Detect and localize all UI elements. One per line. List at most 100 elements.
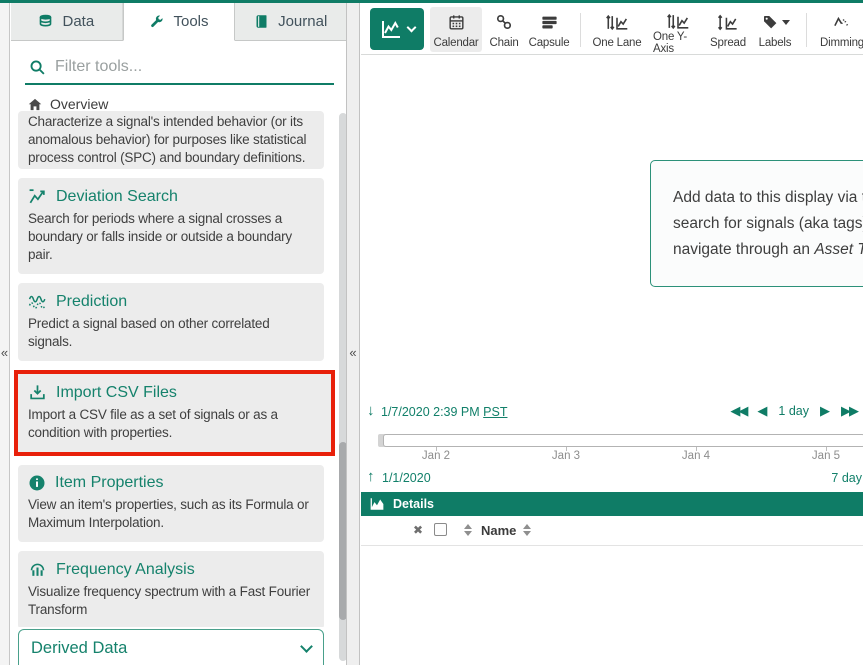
tool-item-prediction[interactable]: Prediction Predict a signal based on oth… bbox=[18, 283, 324, 361]
tool-item-import-csv-files[interactable]: Import CSV Files Import a CSV file as a … bbox=[18, 374, 331, 452]
tab-journal[interactable]: Journal bbox=[235, 3, 346, 40]
tool-title: Import CSV Files bbox=[56, 384, 177, 402]
details-panel-header[interactable]: Details bbox=[361, 492, 863, 516]
details-chart-icon bbox=[369, 497, 385, 511]
spread-button[interactable]: Spread bbox=[705, 7, 751, 52]
calendar-label: Calendar bbox=[433, 37, 478, 49]
step-back-button[interactable]: ◀ bbox=[757, 403, 767, 419]
one-lane-button[interactable]: One Lane bbox=[588, 7, 646, 52]
display-range-end[interactable]: 1/7/2020 2:39 PM PST bbox=[381, 405, 507, 419]
timezone-link[interactable]: PST bbox=[483, 405, 507, 419]
axis-tick-label: Jan 5 bbox=[812, 450, 840, 462]
derived-data-section[interactable]: Derived Data View data created by tools … bbox=[18, 629, 324, 665]
one-y-axis-icon bbox=[666, 12, 690, 31]
one-y-axis-button[interactable]: One Y-Axis bbox=[649, 7, 707, 52]
display-range-end-row: ↓ 1/7/2020 2:39 PM PST ◀◀ ◀ 1 day ▶ ▶▶ bbox=[361, 399, 863, 427]
tool-title: Frequency Analysis bbox=[56, 561, 195, 579]
caret-down-icon bbox=[782, 20, 790, 25]
collapse-left-icon[interactable]: « bbox=[0, 345, 9, 360]
axis-tick-label: Jan 3 bbox=[552, 450, 580, 462]
trend-display-panel: Calendar Chain Capsule bbox=[361, 3, 863, 665]
tool-description: Search for periods where a signal crosse… bbox=[28, 210, 314, 264]
database-icon bbox=[38, 14, 53, 29]
book-icon bbox=[254, 14, 269, 29]
filter-tools-search bbox=[25, 54, 334, 85]
tool-item-deviation-search[interactable]: Deviation Search Search for periods wher… bbox=[18, 178, 324, 274]
labels-button[interactable]: Labels bbox=[753, 7, 797, 52]
tab-journal-label: Journal bbox=[278, 13, 327, 30]
display-range-start-row: ↑ 1/1/2020 7 day bbox=[361, 468, 863, 490]
tool-item-boundaries-partial[interactable]: Characterize a signal's intended behavio… bbox=[18, 111, 324, 169]
sort-icon[interactable] bbox=[464, 524, 472, 536]
sort-icon[interactable] bbox=[523, 524, 531, 536]
tools-panel: Data Tools Journal bbox=[11, 3, 346, 665]
view-mode-dropdown[interactable] bbox=[370, 8, 424, 50]
calendar-icon bbox=[447, 12, 466, 32]
asset-tree-italic: Asset Tr bbox=[814, 241, 863, 258]
labels-label: Labels bbox=[759, 37, 792, 49]
left-collapse-gutter[interactable]: « bbox=[0, 3, 10, 665]
tool-item-frequency-analysis[interactable]: Frequency Analysis Visualize frequency s… bbox=[18, 551, 324, 627]
chevron-down-icon[interactable] bbox=[300, 640, 313, 653]
filter-tools-input[interactable] bbox=[55, 58, 305, 76]
dimming-icon bbox=[832, 12, 852, 32]
top-accent-strip bbox=[0, 0, 863, 3]
chevron-down-icon bbox=[407, 23, 417, 33]
step-forward-button[interactable]: ▶ bbox=[820, 403, 830, 419]
capsule-time-icon bbox=[540, 12, 559, 32]
panel-tabbar: Data Tools Journal bbox=[11, 3, 346, 41]
time-range-slider-track[interactable] bbox=[378, 434, 863, 447]
import-csv-icon bbox=[28, 383, 47, 402]
import-csv-highlight-annotation: Import CSV Files Import a CSV file as a … bbox=[14, 370, 335, 456]
details-title: Details bbox=[393, 497, 434, 511]
trend-chart-icon bbox=[379, 17, 403, 41]
panel-collapse-gutter[interactable]: « bbox=[346, 3, 360, 665]
dimming-button[interactable]: Dimming bbox=[813, 7, 863, 52]
tool-description: Predict a signal based on other correlat… bbox=[28, 315, 314, 351]
time-range-slider-thumb[interactable] bbox=[383, 434, 863, 447]
tool-list-scrollbar-thumb[interactable] bbox=[339, 442, 346, 620]
one-lane-label: One Lane bbox=[593, 37, 642, 49]
message-line: navigate through an Asset Tr bbox=[673, 237, 863, 263]
spread-icon bbox=[717, 12, 739, 32]
capsule-button[interactable]: Capsule bbox=[524, 7, 574, 52]
capsule-label: Capsule bbox=[529, 37, 570, 49]
step-back-full-button[interactable]: ◀◀ bbox=[730, 403, 746, 419]
derived-data-title: Derived Data bbox=[31, 639, 127, 658]
calendar-button[interactable]: Calendar bbox=[430, 7, 482, 52]
toolbar-separator bbox=[806, 13, 807, 47]
tool-description: Visualize frequency spectrum with a Fast… bbox=[28, 583, 314, 619]
select-all-checkbox[interactable] bbox=[434, 523, 447, 536]
name-column-header[interactable]: Name bbox=[481, 523, 516, 538]
down-arrow-icon: ↓ bbox=[367, 402, 375, 419]
tab-tools-label: Tools bbox=[173, 13, 208, 30]
step-size-label[interactable]: 1 day bbox=[778, 404, 809, 418]
tool-title: Item Properties bbox=[55, 474, 163, 492]
one-y-axis-label: One Y-Axis bbox=[653, 31, 703, 55]
tool-title: Prediction bbox=[56, 293, 127, 311]
axis-tick-label: Jan 2 bbox=[422, 450, 450, 462]
tab-data-label: Data bbox=[62, 13, 94, 30]
chain-label: Chain bbox=[489, 37, 518, 49]
step-forward-full-button[interactable]: ▶▶ bbox=[841, 403, 857, 419]
chain-button[interactable]: Chain bbox=[485, 7, 523, 52]
tool-title: Deviation Search bbox=[56, 188, 178, 206]
display-range-duration[interactable]: 7 day bbox=[831, 471, 862, 485]
collapse-panel-icon[interactable]: « bbox=[347, 345, 359, 360]
chain-icon bbox=[495, 12, 513, 32]
toolbar-separator bbox=[580, 13, 581, 47]
wrench-icon bbox=[149, 14, 164, 29]
labels-tag-icon bbox=[761, 12, 790, 32]
add-data-message-box: Add data to this display via t search fo… bbox=[650, 160, 863, 287]
remove-all-icon[interactable]: ✖ bbox=[413, 523, 423, 537]
tool-item-item-properties[interactable]: Item Properties View an item's propertie… bbox=[18, 465, 324, 542]
tab-tools[interactable]: Tools bbox=[123, 3, 236, 41]
axis-tick-label: Jan 4 bbox=[682, 450, 710, 462]
info-icon bbox=[28, 474, 46, 492]
tab-data[interactable]: Data bbox=[11, 3, 123, 40]
details-table-header: ✖ Name bbox=[361, 516, 863, 546]
display-range-start[interactable]: 1/1/2020 bbox=[382, 471, 431, 485]
display-toolbar: Calendar Chain Capsule bbox=[361, 3, 863, 55]
one-lane-icon bbox=[605, 12, 629, 32]
frequency-analysis-icon bbox=[28, 560, 47, 579]
